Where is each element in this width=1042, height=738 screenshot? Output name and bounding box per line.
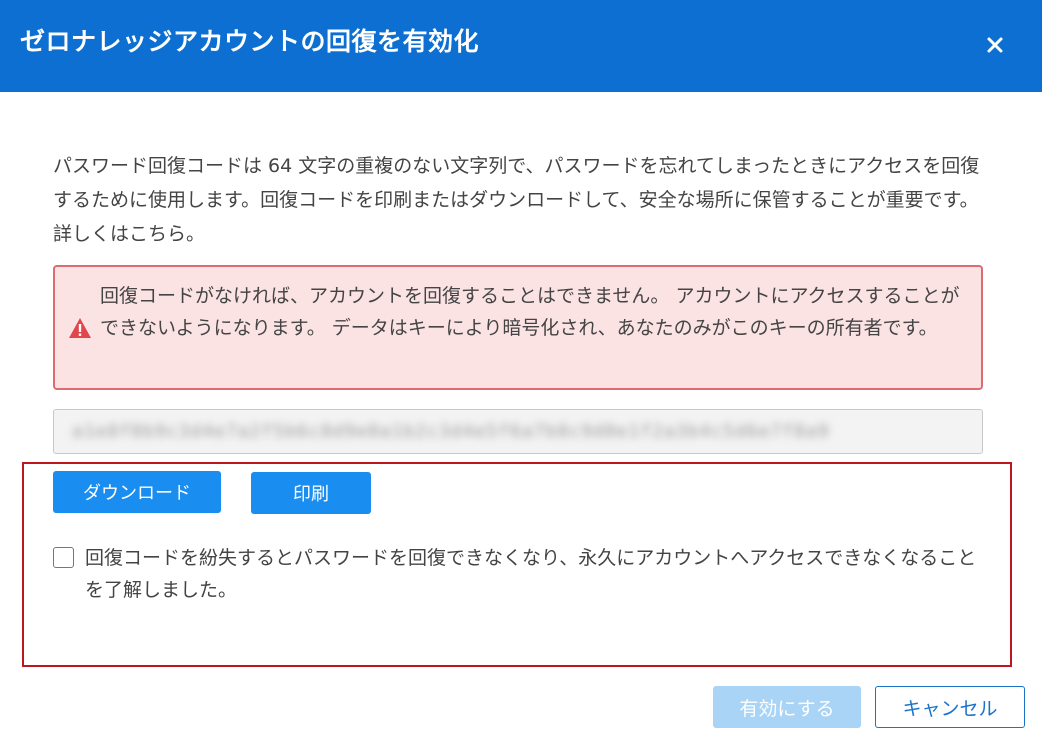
recovery-code-field[interactable]: a1e8f0b9c3d4e7a2f5b6c8d9e0a1b2c3d4e5f6a7…	[53, 409, 983, 454]
intro-text: パスワード回復コードは 64 文字の重複のない文字列で、パスワードを忘れてしまっ…	[53, 155, 980, 245]
close-icon	[987, 37, 1003, 53]
warning-box: 回復コードがなければ、アカウントを回復することはできません。 アカウントにアクセ…	[53, 265, 983, 390]
acknowledge-checkbox[interactable]	[53, 547, 74, 568]
dialog-header: ゼロナレッジアカウントの回復を有効化	[0, 0, 1042, 92]
warning-text: 回復コードがなければ、アカウントを回復することはできません。 アカウントにアクセ…	[100, 285, 960, 339]
cancel-button[interactable]: キャンセル	[875, 686, 1025, 728]
download-button[interactable]: ダウンロード	[53, 471, 221, 513]
close-button[interactable]	[978, 28, 1012, 62]
enable-recovery-dialog: ゼロナレッジアカウントの回復を有効化 パスワード回復コードは 64 文字の重複の…	[0, 0, 1042, 738]
recovery-code-value: a1e8f0b9c3d4e7a2f5b6c8d9e0a1b2c3d4e5f6a7…	[72, 421, 830, 442]
enable-button[interactable]: 有効にする	[713, 686, 861, 728]
acknowledge-label[interactable]: 回復コードを紛失するとパスワードを回復できなくなり、永久にアカウントへアクセスで…	[85, 542, 985, 606]
dialog-title: ゼロナレッジアカウントの回復を有効化	[20, 27, 480, 56]
warning-triangle-icon	[69, 318, 91, 338]
print-button[interactable]: 印刷	[251, 472, 371, 514]
